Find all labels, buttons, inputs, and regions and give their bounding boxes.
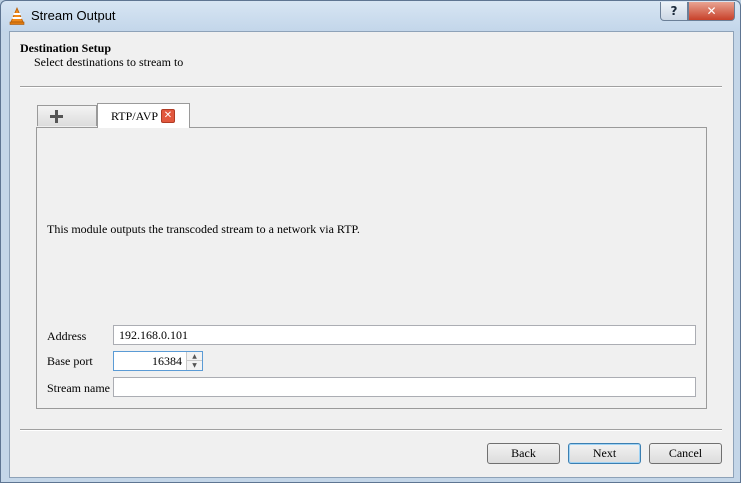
tab-rtp-avp[interactable]: RTP/AVP ✕ bbox=[97, 103, 190, 128]
spin-arrows: ▲ ▼ bbox=[186, 352, 202, 370]
stream-output-window: Stream Output ? ✕ Destination Setup Sele… bbox=[0, 0, 741, 483]
footer-divider bbox=[20, 429, 722, 431]
close-window-button[interactable]: ✕ bbox=[688, 2, 735, 21]
page-title: Destination Setup bbox=[20, 41, 112, 55]
window-title: Stream Output bbox=[31, 8, 116, 23]
add-destination-tab[interactable] bbox=[37, 105, 97, 126]
page-subtitle: Select destinations to stream to bbox=[34, 55, 184, 69]
spin-up-icon[interactable]: ▲ bbox=[187, 352, 202, 361]
title-bar[interactable]: Stream Output ? ✕ bbox=[1, 1, 740, 31]
header-divider bbox=[20, 86, 722, 88]
cancel-button[interactable]: Cancel bbox=[649, 443, 722, 464]
tab-label: RTP/AVP bbox=[111, 109, 159, 123]
plus-icon bbox=[50, 110, 63, 123]
spin-down-icon[interactable]: ▼ bbox=[187, 361, 202, 370]
base-port-spinbox[interactable]: 16384 ▲ ▼ bbox=[113, 351, 203, 371]
base-port-value: 16384 bbox=[152, 354, 182, 368]
base-port-label: Base port bbox=[47, 354, 93, 368]
address-input[interactable]: 192.168.0.101 bbox=[113, 325, 696, 345]
tab-close-icon[interactable]: ✕ bbox=[161, 109, 175, 123]
rtp-settings-panel: This module outputs the transcoded strea… bbox=[36, 127, 707, 409]
stream-name-input[interactable] bbox=[113, 377, 696, 397]
dialog-client-area: Destination Setup Select destinations to… bbox=[9, 31, 734, 478]
help-button[interactable]: ? bbox=[660, 2, 688, 21]
address-label: Address bbox=[47, 329, 87, 343]
back-button[interactable]: Back bbox=[487, 443, 560, 464]
next-button[interactable]: Next bbox=[568, 443, 641, 464]
stream-name-label: Stream name bbox=[47, 381, 110, 395]
module-description: This module outputs the transcoded strea… bbox=[47, 222, 360, 236]
vlc-cone-icon bbox=[9, 7, 25, 25]
